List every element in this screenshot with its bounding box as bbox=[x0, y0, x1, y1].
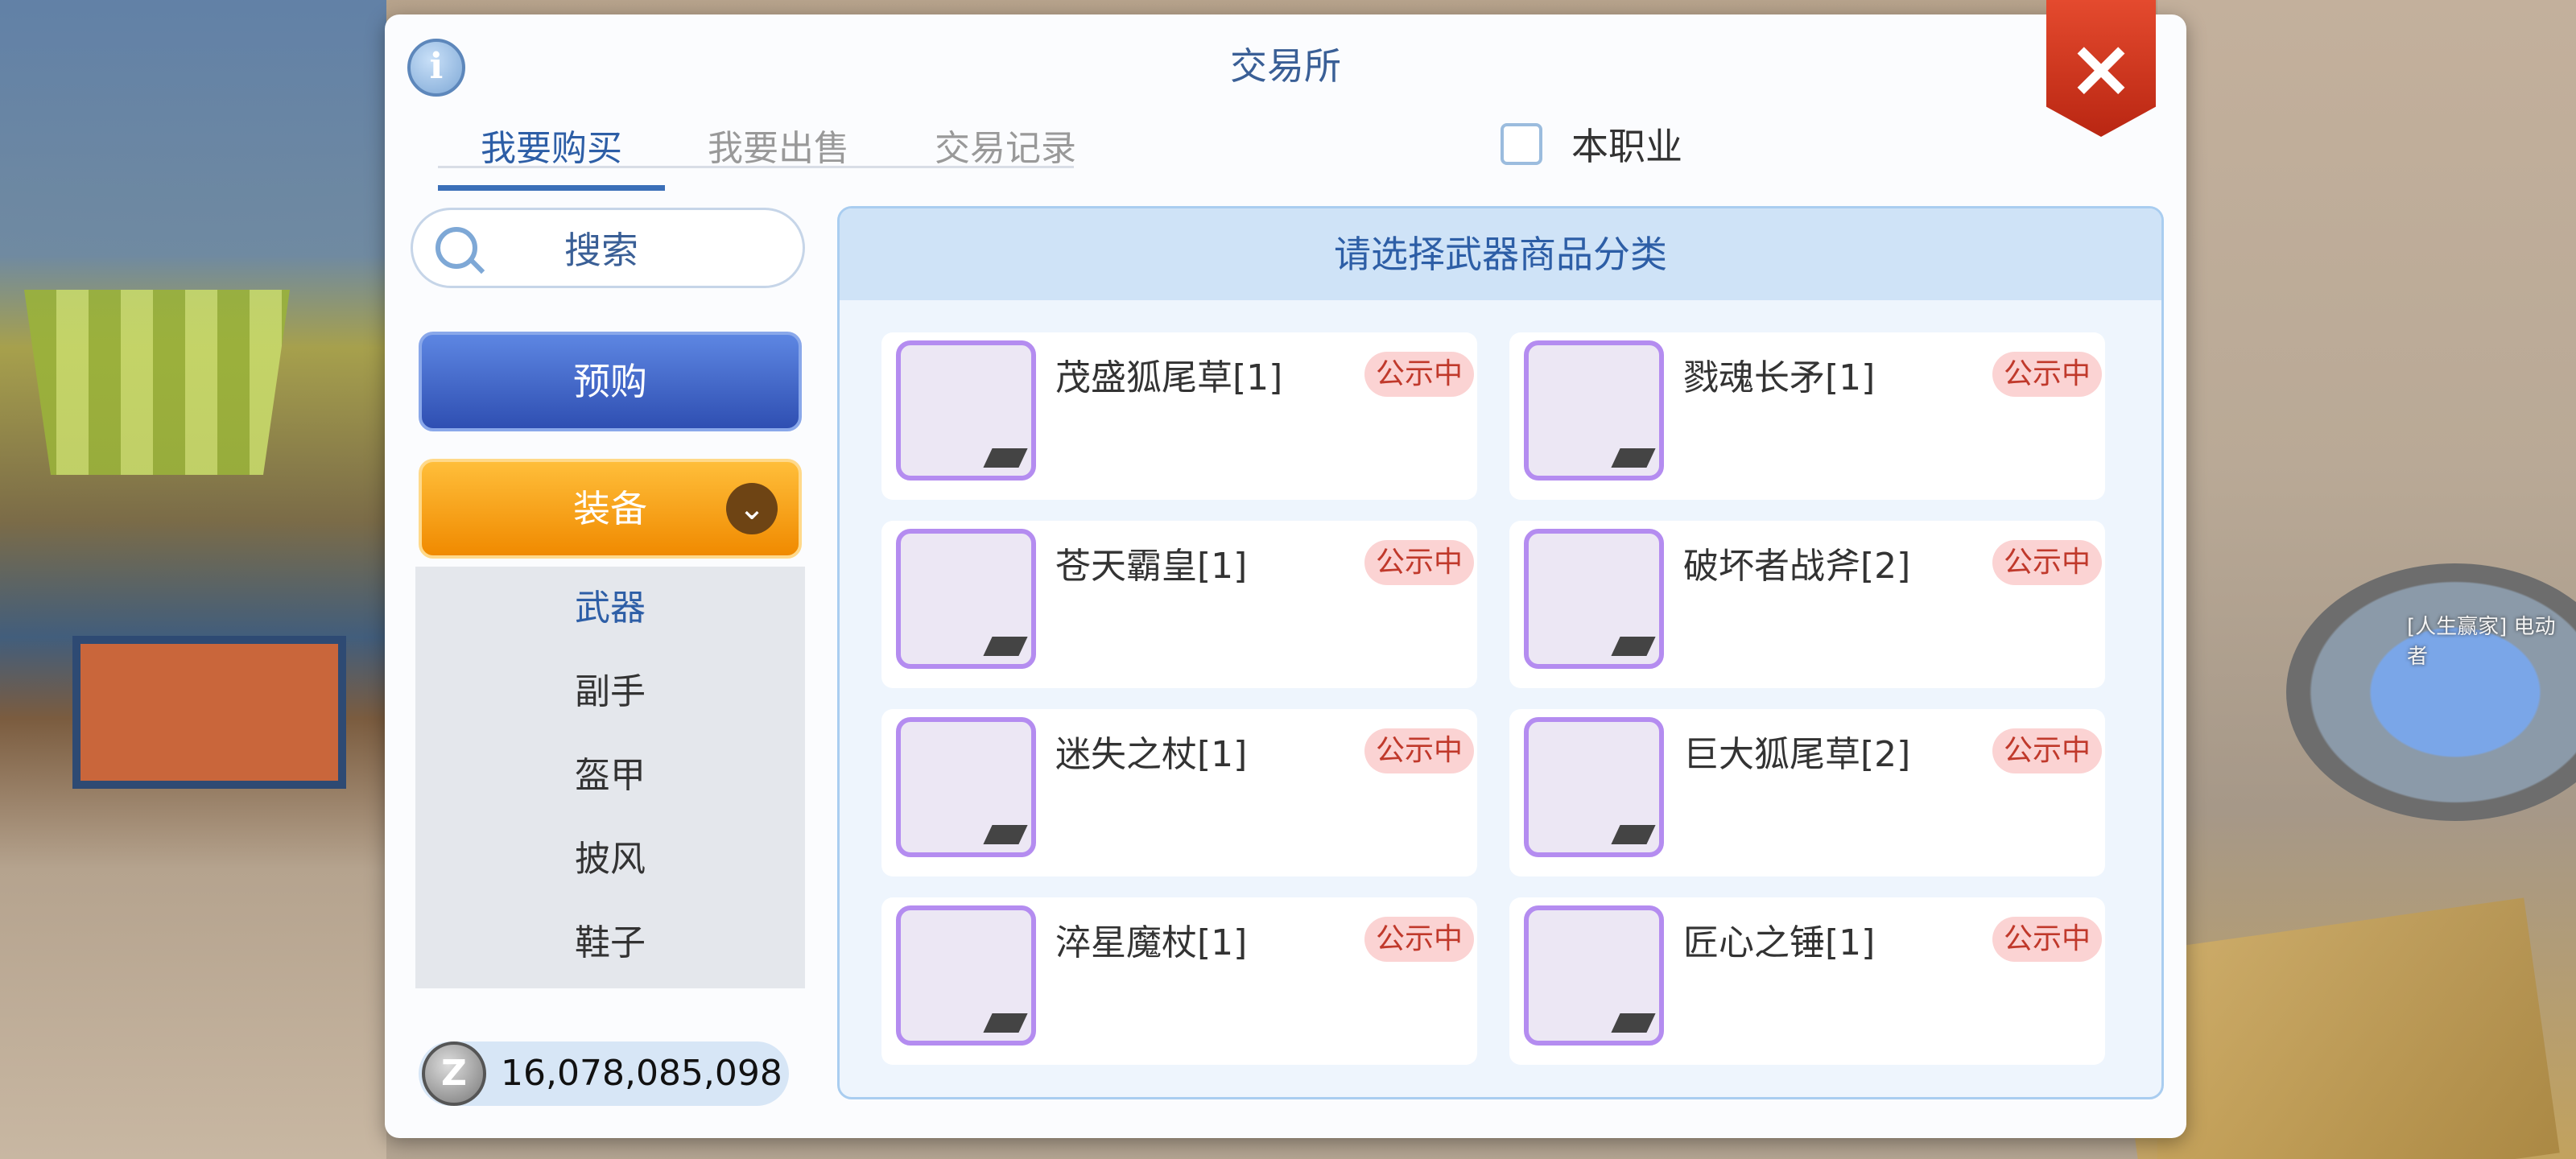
preorder-button[interactable]: 预购 bbox=[419, 332, 802, 431]
status-badge: 公示中 bbox=[1992, 540, 2102, 585]
tab-history[interactable]: 交易记录 bbox=[892, 101, 1119, 191]
category-shoes[interactable]: 鞋子 bbox=[415, 901, 805, 985]
status-badge: 公示中 bbox=[1364, 352, 1474, 397]
item-card[interactable]: 苍天霸皇[1] 公示中 bbox=[881, 521, 1477, 688]
category-cloak[interactable]: 披风 bbox=[415, 818, 805, 901]
job-filter-label: 本职业 bbox=[1571, 125, 1682, 168]
item-name: 苍天霸皇[1] bbox=[1055, 546, 1248, 587]
job-filter[interactable]: 本职业 bbox=[1501, 118, 1682, 171]
category-offhand[interactable]: 副手 bbox=[415, 650, 805, 734]
dialog-title: 交易所 bbox=[1230, 44, 1341, 88]
panel-header: 请选择武器商品分类 bbox=[840, 208, 2161, 300]
item-name: 淬星魔杖[1] bbox=[1055, 922, 1248, 963]
tab-bar: 我要购买 我要出售 交易记录 bbox=[438, 101, 1119, 191]
sky-emperor-weapon-icon bbox=[896, 529, 1036, 669]
status-badge: 公示中 bbox=[1364, 540, 1474, 585]
item-name: 茂盛狐尾草[1] bbox=[1055, 357, 1283, 398]
fox-tail-grass-icon bbox=[896, 340, 1036, 481]
trade-exchange-dialog: i 交易所 × 我要购买 我要出售 交易记录 本职业 搜索 预购 装备 ⌄ 武器… bbox=[385, 0, 2186, 1138]
item-card[interactable]: 淬星魔杖[1] 公示中 bbox=[881, 897, 1477, 1065]
tab-sell[interactable]: 我要出售 bbox=[665, 101, 892, 191]
item-name: 戮魂长矛[1] bbox=[1683, 357, 1876, 398]
chevron-down-icon[interactable]: ⌄ bbox=[726, 483, 778, 534]
status-badge: 公示中 bbox=[1364, 728, 1474, 773]
soul-spear-icon bbox=[1524, 340, 1664, 481]
tab-buy[interactable]: 我要购买 bbox=[438, 101, 665, 191]
item-card[interactable]: 茂盛狐尾草[1] 公示中 bbox=[881, 332, 1477, 500]
zeny-balance: Z 16,078,085,098 bbox=[419, 1041, 789, 1106]
item-name: 巨大狐尾草[2] bbox=[1683, 734, 1911, 775]
search-button[interactable]: 搜索 bbox=[411, 208, 805, 288]
giant-fox-tail-icon bbox=[1524, 717, 1664, 857]
item-name: 破坏者战斧[2] bbox=[1683, 546, 1911, 587]
search-label: 搜索 bbox=[564, 229, 638, 272]
status-badge: 公示中 bbox=[1992, 352, 2102, 397]
zeny-value: 16,078,085,098 bbox=[501, 1053, 782, 1094]
background-awning bbox=[24, 290, 290, 475]
item-card[interactable]: 戮魂长矛[1] 公示中 bbox=[1509, 332, 2105, 500]
item-card[interactable]: 匠心之锤[1] 公示中 bbox=[1509, 897, 2105, 1065]
category-list: 武器 副手 盔甲 披风 鞋子 bbox=[415, 567, 805, 988]
tab-divider bbox=[438, 166, 1074, 168]
background-town-left bbox=[0, 0, 386, 1159]
close-button[interactable]: × bbox=[2046, 0, 2156, 137]
item-card[interactable]: 破坏者战斧[2] 公示中 bbox=[1509, 521, 2105, 688]
background-booth bbox=[72, 636, 346, 789]
job-filter-checkbox[interactable] bbox=[1501, 123, 1542, 165]
item-name: 匠心之锤[1] bbox=[1683, 922, 1876, 963]
item-name: 迷失之杖[1] bbox=[1055, 734, 1248, 775]
destroyer-axe-icon bbox=[1524, 529, 1664, 669]
craftsman-hammer-icon bbox=[1524, 905, 1664, 1046]
search-icon bbox=[436, 227, 477, 269]
status-badge: 公示中 bbox=[1992, 917, 2102, 962]
lost-staff-icon bbox=[896, 717, 1036, 857]
item-card[interactable]: 巨大狐尾草[2] 公示中 bbox=[1509, 709, 2105, 876]
star-wand-icon bbox=[896, 905, 1036, 1046]
category-weapon[interactable]: 武器 bbox=[415, 567, 805, 650]
status-badge: 公示中 bbox=[1992, 728, 2102, 773]
item-card[interactable]: 迷失之杖[1] 公示中 bbox=[881, 709, 1477, 876]
npc-name-label: [人生赢家] 电动者 bbox=[2407, 615, 2556, 669]
zeny-coin-icon: Z bbox=[422, 1041, 486, 1106]
equipment-label: 装备 bbox=[573, 487, 647, 530]
item-panel: 请选择武器商品分类 茂盛狐尾草[1] 公示中 戮魂长矛[1] 公示中 苍天霸皇[… bbox=[837, 206, 2164, 1099]
status-badge: 公示中 bbox=[1364, 917, 1474, 962]
equipment-dropdown[interactable]: 装备 ⌄ bbox=[419, 459, 802, 559]
category-armor[interactable]: 盔甲 bbox=[415, 734, 805, 818]
